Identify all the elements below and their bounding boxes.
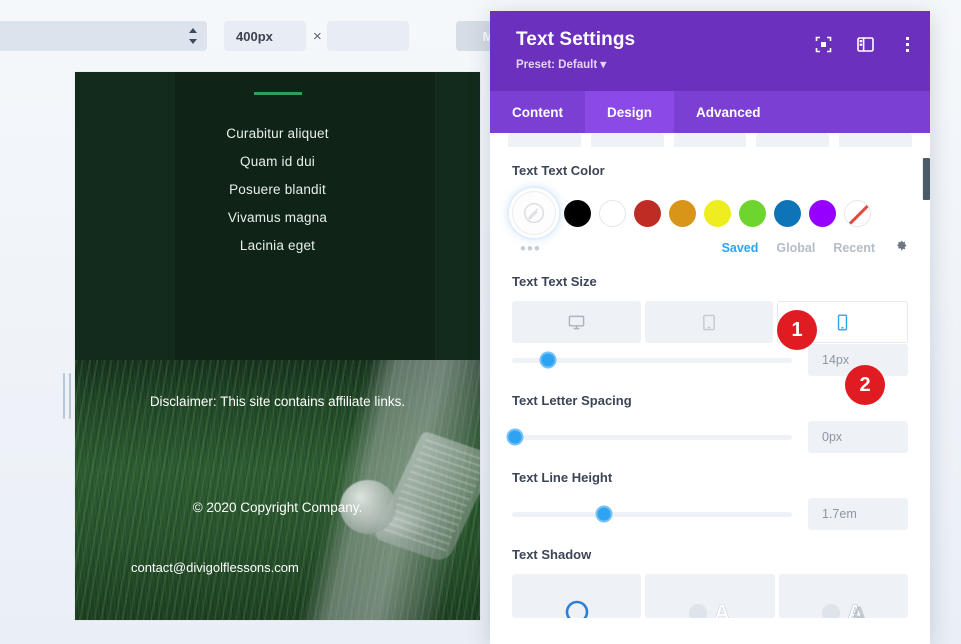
dark-section: Curabitur aliquet Quam id dui Posuere bl…: [75, 72, 480, 360]
shadow-preset-hard[interactable]: A A: [779, 574, 908, 618]
contact-email-text: contact@divigolflessons.com: [75, 560, 480, 575]
disclaimer-text: Disclaimer: This site contains affiliate…: [75, 394, 480, 409]
color-source-links: Saved Global Recent: [722, 238, 908, 258]
device-toggle-row: [512, 301, 908, 343]
top-toolbar: 400px × M: [0, 0, 520, 62]
screen: 400px × M Curabitur aliquet Quam id dui …: [0, 0, 961, 644]
color-tab-recent[interactable]: Recent: [833, 241, 875, 255]
text-color-label: Text Text Color: [512, 163, 908, 178]
website-preview: Curabitur aliquet Quam id dui Posuere bl…: [58, 72, 498, 644]
color-meta-row: ••• Saved Global Recent: [512, 238, 908, 258]
design-subtab[interactable]: [591, 133, 664, 147]
chevron-updown-icon: [188, 28, 197, 44]
tablet-device-toggle[interactable]: [645, 301, 774, 343]
color-swatch-black[interactable]: [564, 200, 591, 227]
color-swatch-yellow[interactable]: [704, 200, 731, 227]
list-item: Vivamus magna: [75, 204, 480, 232]
color-swatch-orange[interactable]: [669, 200, 696, 227]
design-subtab[interactable]: [508, 133, 581, 147]
text-size-slider-knob[interactable]: [540, 352, 557, 369]
more-colors-button[interactable]: •••: [520, 240, 541, 257]
text-size-label: Text Text Size: [512, 274, 908, 289]
list-item: Quam id dui: [75, 148, 480, 176]
line-height-value[interactable]: 1.7em: [808, 498, 908, 530]
letter-spacing-slider-row: 0px: [512, 420, 908, 454]
width-input[interactable]: 400px: [224, 21, 306, 51]
line-height-slider-knob[interactable]: [596, 506, 613, 523]
design-subtab-row: [490, 133, 930, 147]
line-height-group: Text Line Height 1.7em: [512, 470, 908, 531]
tab-design[interactable]: Design: [585, 91, 674, 133]
text-shadow-label: Text Shadow: [512, 547, 908, 562]
list-item: Curabitur aliquet: [75, 120, 480, 148]
line-height-label: Text Line Height: [512, 470, 908, 485]
list-item: Posuere blandit: [75, 176, 480, 204]
modal-scrollbar-track[interactable]: [922, 143, 930, 643]
text-color-group: Text Text Color: [512, 163, 908, 258]
color-swatch-red[interactable]: [634, 200, 661, 227]
list-item: Lacinia eget: [75, 232, 480, 260]
shadow-preset-row: A A A: [512, 574, 908, 618]
design-subtab[interactable]: [674, 133, 747, 147]
height-input[interactable]: [327, 21, 409, 51]
line-height-slider[interactable]: [512, 512, 792, 517]
modal-scrollbar-thumb[interactable]: [923, 158, 930, 200]
svg-text:A: A: [851, 602, 867, 618]
preview-page: Curabitur aliquet Quam id dui Posuere bl…: [75, 72, 480, 620]
text-shadow-group: Text Shadow A A: [512, 547, 908, 618]
color-swatch-green[interactable]: [739, 200, 766, 227]
shadow-preset-none[interactable]: [512, 574, 641, 618]
color-swatch-none[interactable]: [844, 200, 871, 227]
grass-footer-section: Disclaimer: This site contains affiliate…: [75, 360, 480, 620]
shadow-preset-soft[interactable]: A: [645, 574, 774, 618]
layout-panel-icon[interactable]: [856, 35, 874, 53]
annotation-badge-2: 2: [845, 365, 885, 405]
text-size-group: Text Text Size: [512, 274, 908, 377]
letter-spacing-slider-knob[interactable]: [506, 429, 523, 446]
green-divider: [254, 92, 302, 95]
letter-spacing-group: Text Letter Spacing 0px: [512, 393, 908, 454]
color-swatch-purple[interactable]: [809, 200, 836, 227]
color-swatch-blue[interactable]: [774, 200, 801, 227]
modal-tabs: Content Design Advanced: [490, 91, 930, 133]
annotation-badge-1: 1: [777, 310, 817, 350]
desktop-device-toggle[interactable]: [512, 301, 641, 343]
design-subtab[interactable]: [839, 133, 912, 147]
dimension-separator: ×: [313, 28, 322, 45]
line-height-slider-row: 1.7em: [512, 497, 908, 531]
text-settings-modal: Text Settings Preset: Default ▾: [490, 11, 930, 644]
more-vertical-icon[interactable]: [898, 35, 916, 53]
svg-text:A: A: [714, 600, 730, 618]
modal-header: Text Settings Preset: Default ▾: [490, 11, 930, 91]
tab-advanced[interactable]: Advanced: [674, 91, 783, 133]
letter-spacing-slider[interactable]: [512, 435, 792, 440]
tab-content[interactable]: Content: [490, 91, 585, 133]
dark-section-list: Curabitur aliquet Quam id dui Posuere bl…: [75, 120, 480, 260]
color-swatch-white[interactable]: [599, 200, 626, 227]
preset-dropdown[interactable]: Preset: Default ▾: [516, 57, 910, 71]
eyedropper-icon[interactable]: [512, 191, 556, 235]
focus-icon[interactable]: [814, 35, 832, 53]
text-size-slider[interactable]: [512, 358, 792, 363]
copyright-text: © 2020 Copyright Company.: [75, 500, 480, 515]
preview-resize-handle[interactable]: [60, 372, 74, 420]
modal-header-icons: [814, 35, 916, 53]
color-swatch-row: [512, 190, 908, 236]
design-subtab[interactable]: [756, 133, 829, 147]
color-tab-saved[interactable]: Saved: [722, 241, 759, 255]
gear-icon[interactable]: [893, 238, 908, 258]
preset-select[interactable]: [0, 21, 207, 51]
color-tab-global[interactable]: Global: [776, 241, 815, 255]
letter-spacing-value[interactable]: 0px: [808, 421, 908, 453]
